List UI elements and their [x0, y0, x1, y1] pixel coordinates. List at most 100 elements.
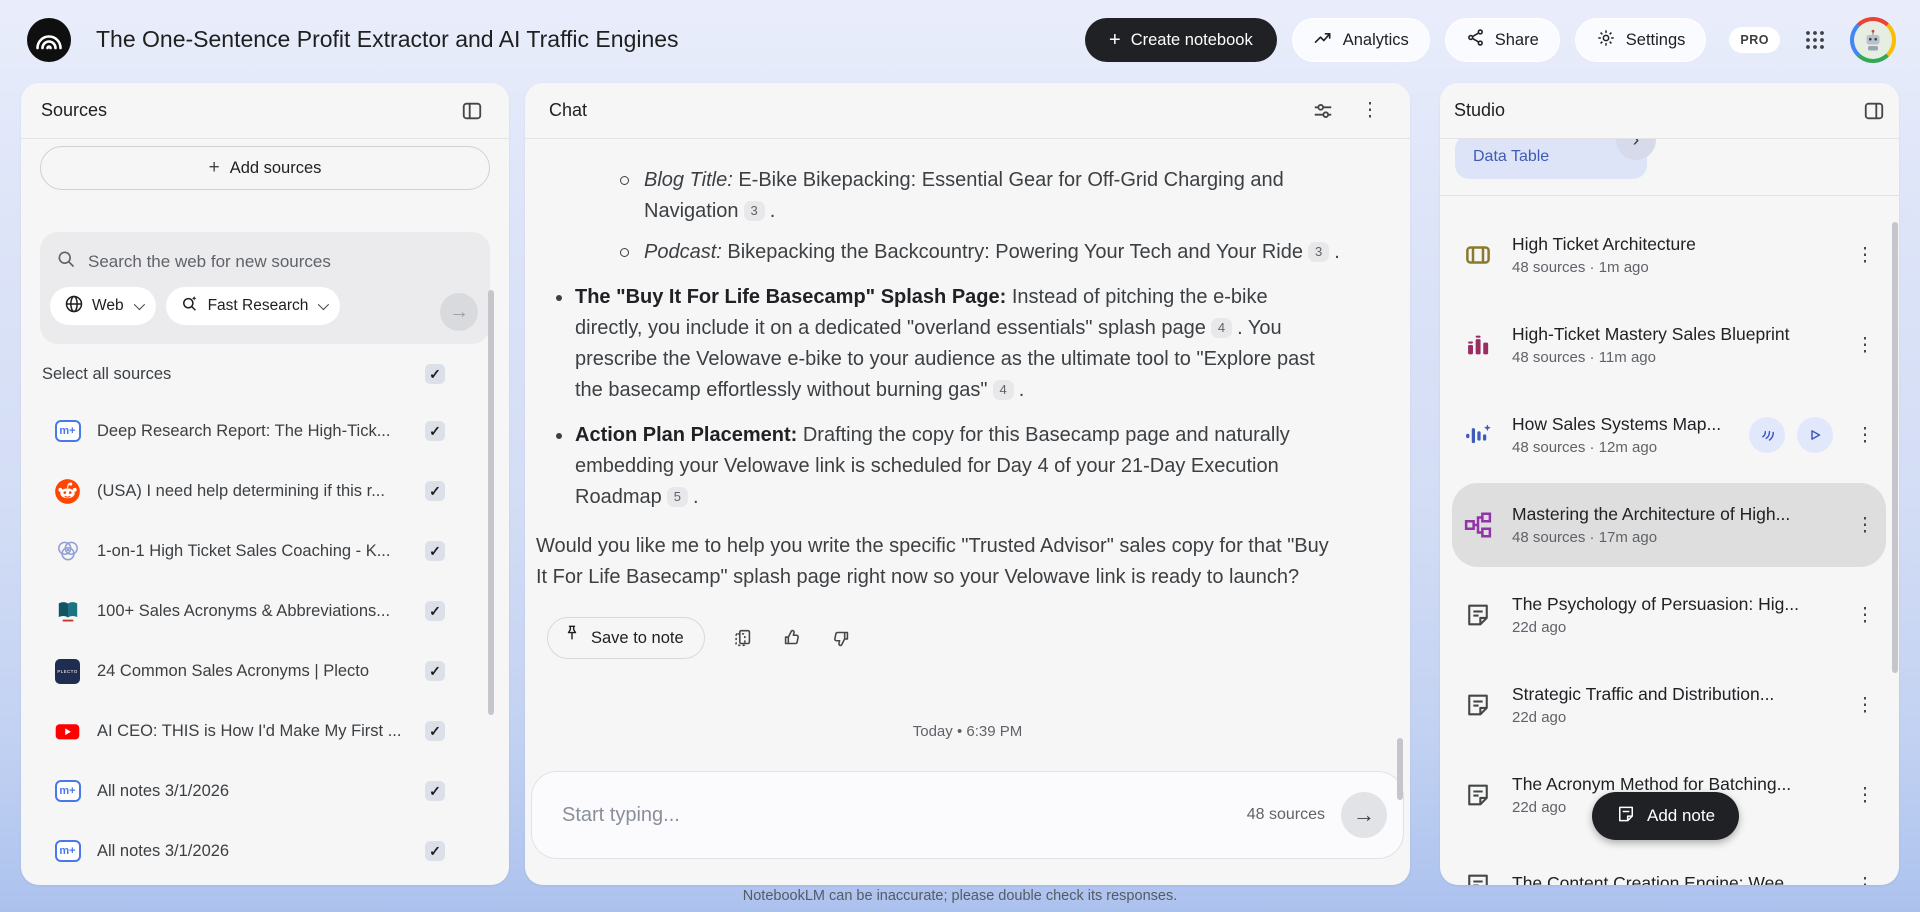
send-button[interactable]: →: [1341, 792, 1387, 838]
search-icon: [56, 249, 76, 274]
search-submit-button[interactable]: →: [440, 293, 478, 331]
sources-count-label: 48 sources: [1247, 806, 1325, 824]
avatar[interactable]: [1850, 17, 1896, 63]
message-actions: Save to note: [547, 617, 1340, 659]
settings-button[interactable]: Settings: [1575, 18, 1707, 62]
studio-item[interactable]: How Sales Systems Map... 48 sources · 12…: [1440, 390, 1899, 480]
sources-list: m+ Deep Research Report: The High-Tick..…: [21, 401, 509, 881]
save-to-note-button[interactable]: Save to note: [547, 617, 705, 659]
interactive-mode-button[interactable]: [1749, 417, 1785, 453]
item-more-menu-icon[interactable]: ⋮: [1855, 786, 1875, 805]
plecto-logo-icon: PLECTO: [54, 658, 81, 685]
item-more-menu-icon[interactable]: ⋮: [1855, 696, 1875, 715]
citation-chip[interactable]: 4: [1211, 318, 1232, 338]
globe-icon: [64, 294, 84, 319]
reddit-icon: [54, 478, 81, 505]
youtube-icon: [54, 718, 81, 745]
studio-item[interactable]: The Psychology of Persuasion: Hig... 22d…: [1440, 570, 1899, 660]
note-icon: [1462, 871, 1494, 885]
collapse-panel-icon[interactable]: [461, 100, 483, 122]
search-input[interactable]: Search the web for new sources: [40, 232, 490, 274]
chat-input[interactable]: [562, 804, 1247, 827]
source-row[interactable]: 1-on-1 High Ticket Sales Coaching - K...…: [21, 521, 509, 581]
source-row[interactable]: AI CEO: THIS is How I'd Make My First ..…: [21, 701, 509, 761]
collapse-panel-icon[interactable]: [1863, 100, 1885, 122]
chat-panel-title: Chat: [549, 100, 587, 121]
studio-list: High Ticket Architecture 48 sources · 1m…: [1440, 210, 1899, 885]
mindmap-icon: [1462, 510, 1494, 540]
source-row[interactable]: PLECTO 24 Common Sales Acronyms | Plecto…: [21, 641, 509, 701]
closing-question: Would you like me to help you write the …: [536, 531, 1340, 593]
source-checkbox[interactable]: ✓: [425, 601, 445, 621]
notebooklm-logo-icon[interactable]: [26, 17, 72, 63]
add-note-button[interactable]: Add note: [1592, 792, 1739, 840]
source-checkbox[interactable]: ✓: [425, 481, 445, 501]
studio-item[interactable]: Strategic Traffic and Distribution... 22…: [1440, 660, 1899, 750]
tune-settings-icon[interactable]: [1312, 100, 1334, 122]
item-more-menu-icon[interactable]: ⋮: [1855, 876, 1875, 886]
sources-scrollbar[interactable]: [488, 290, 494, 715]
source-row[interactable]: m+ All notes 3/1/2026 ✓: [21, 821, 509, 881]
thumbs-down-icon[interactable]: [830, 627, 852, 649]
source-checkbox[interactable]: ✓: [425, 841, 445, 861]
chat-input-bar: 48 sources →: [531, 771, 1404, 859]
sources-panel-title: Sources: [41, 100, 107, 121]
studio-panel: Studio Data Table › High Ticket Architec…: [1440, 83, 1899, 885]
citation-chip[interactable]: 3: [744, 201, 765, 221]
source-row[interactable]: m+ All notes 3/1/2026 ✓: [21, 761, 509, 821]
web-source-dropdown[interactable]: Web: [50, 287, 156, 325]
source-checkbox[interactable]: ✓: [425, 421, 445, 441]
note-icon: [1616, 804, 1636, 829]
create-notebook-button[interactable]: + Create notebook: [1085, 18, 1277, 62]
chevron-down-icon: [318, 299, 329, 310]
analytics-button[interactable]: Analytics: [1292, 18, 1430, 62]
source-checkbox[interactable]: ✓: [425, 781, 445, 801]
chat-scrollbar[interactable]: [1397, 738, 1403, 800]
plus-icon: +: [209, 157, 220, 179]
source-row[interactable]: m+ Deep Research Report: The High-Tick..…: [21, 401, 509, 461]
studio-scrollbar[interactable]: [1892, 222, 1898, 673]
add-sources-button[interactable]: + Add sources: [40, 146, 490, 190]
web-search-card: Search the web for new sources Web Fast …: [40, 232, 490, 344]
source-row[interactable]: (USA) I need help determining if this r.…: [21, 461, 509, 521]
note-source-icon: m+: [54, 778, 81, 805]
item-more-menu-icon[interactable]: ⋮: [1855, 426, 1875, 445]
assistant-message: Blog Title: E-Bike Bikepacking: Essentia…: [536, 165, 1340, 659]
bullet-item: The "Buy It For Life Basecamp" Splash Pa…: [546, 282, 1340, 406]
chat-timestamp: Today • 6:39 PM: [525, 723, 1410, 740]
chevron-down-icon: [133, 299, 144, 310]
trending-up-icon: [1313, 28, 1333, 53]
source-checkbox[interactable]: ✓: [425, 541, 445, 561]
disclaimer-text: NotebookLM can be inaccurate; please dou…: [0, 888, 1920, 904]
research-mode-dropdown[interactable]: Fast Research: [166, 287, 341, 325]
search-placeholder: Search the web for new sources: [88, 252, 331, 272]
notebook-title[interactable]: The One-Sentence Profit Extractor and AI…: [96, 26, 679, 53]
item-more-menu-icon[interactable]: ⋮: [1855, 246, 1875, 265]
thumbs-up-icon[interactable]: [781, 627, 803, 649]
studio-item[interactable]: High-Ticket Mastery Sales Blueprint 48 s…: [1440, 300, 1899, 390]
source-checkbox[interactable]: ✓: [425, 721, 445, 741]
item-more-menu-icon[interactable]: ⋮: [1855, 336, 1875, 355]
citation-chip[interactable]: 5: [667, 487, 688, 507]
share-button[interactable]: Share: [1445, 18, 1560, 62]
plus-icon: +: [1109, 29, 1121, 52]
source-checkbox[interactable]: ✓: [425, 661, 445, 681]
select-all-checkbox[interactable]: ✓: [425, 364, 445, 384]
research-sparkle-icon: [180, 294, 200, 319]
play-button[interactable]: [1797, 417, 1833, 453]
apps-grid-icon[interactable]: [1795, 20, 1835, 60]
robot-avatar-image: [1859, 26, 1887, 54]
note-icon: [1462, 601, 1494, 629]
citation-chip[interactable]: 3: [1308, 242, 1329, 262]
studio-item[interactable]: High Ticket Architecture 48 sources · 1m…: [1440, 210, 1899, 300]
copy-icon[interactable]: [732, 627, 754, 649]
chat-more-menu-icon[interactable]: ⋮: [1360, 101, 1380, 120]
gear-icon: [1596, 28, 1616, 53]
citation-chip[interactable]: 4: [993, 380, 1014, 400]
source-row[interactable]: 100+ Sales Acronyms & Abbreviations... ✓: [21, 581, 509, 641]
item-more-menu-icon[interactable]: ⋮: [1855, 606, 1875, 625]
item-more-menu-icon[interactable]: ⋮: [1855, 516, 1875, 535]
studio-item-selected[interactable]: Mastering the Architecture of High... 48…: [1440, 480, 1899, 570]
flashcards-icon: [1462, 240, 1494, 270]
studio-item[interactable]: The Content Creation Engine: Wee... ⋮: [1440, 840, 1899, 885]
